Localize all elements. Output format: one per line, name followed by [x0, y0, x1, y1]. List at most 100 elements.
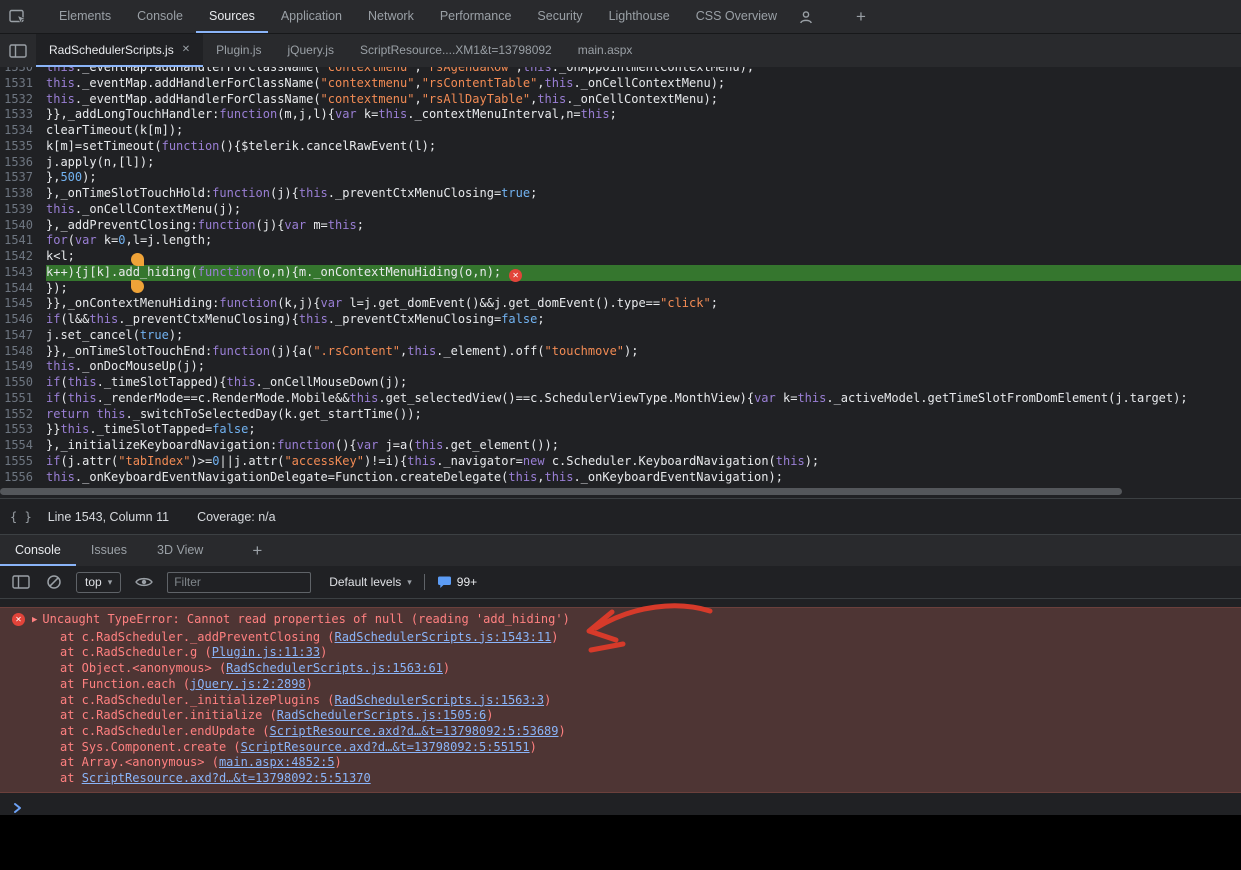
line-number-1554[interactable]: 1554: [0, 438, 46, 454]
file-tab-radschedulerscripts-js[interactable]: RadSchedulerScripts.js✕: [36, 34, 203, 67]
log-levels-dropdown[interactable]: Default levels ▾: [329, 575, 412, 589]
line-error-icon[interactable]: ✕: [509, 269, 522, 282]
panel-tab-network[interactable]: Network: [355, 0, 427, 33]
code-line-1544[interactable]: 1544});: [0, 281, 1241, 297]
console-sidebar-icon[interactable]: [10, 575, 32, 589]
code-line-1553[interactable]: 1553}}this._timeSlotTapped=false;: [0, 422, 1241, 438]
panel-tab-console[interactable]: Console: [124, 0, 196, 33]
code-line-1547[interactable]: 1547j.set_cancel(true);: [0, 328, 1241, 344]
source-link[interactable]: main.aspx:4852:5: [219, 755, 335, 769]
pretty-print-icon[interactable]: { }: [10, 510, 32, 524]
file-tab-main-aspx[interactable]: main.aspx: [565, 34, 646, 67]
drawer-tab-issues[interactable]: Issues: [76, 535, 142, 566]
code-line-1537[interactable]: 1537},500);: [0, 170, 1241, 186]
code-line-1541[interactable]: 1541for(var k=0,l=j.length;: [0, 233, 1241, 249]
code-line-1549[interactable]: 1549this._onDocMouseUp(j);: [0, 359, 1241, 375]
inspect-element-icon[interactable]: [0, 0, 36, 33]
line-number-1534[interactable]: 1534: [0, 123, 46, 139]
source-link[interactable]: ScriptResource.axd?d…&t=13798092:5:51370: [82, 771, 371, 785]
line-number-1536[interactable]: 1536: [0, 155, 46, 171]
toggle-navigator-icon[interactable]: [0, 34, 36, 67]
code-line-1538[interactable]: 1538},_onTimeSlotTouchHold:function(j){t…: [0, 186, 1241, 202]
line-number-1549[interactable]: 1549: [0, 359, 46, 375]
code-line-1536[interactable]: 1536j.apply(n,[l]);: [0, 155, 1241, 171]
code-line-1556[interactable]: 1556this._onKeyboardEventNavigationDeleg…: [0, 470, 1241, 486]
source-link[interactable]: RadSchedulerScripts.js:1543:11: [335, 630, 552, 644]
drawer-tab-console[interactable]: Console: [0, 535, 76, 566]
code-line-1548[interactable]: 1548}},_onTimeSlotTouchEnd:function(j){a…: [0, 344, 1241, 360]
code-line-1532[interactable]: 1532this._eventMap.addHandlerForClassNam…: [0, 92, 1241, 108]
line-number-1531[interactable]: 1531: [0, 76, 46, 92]
panel-tab-css-overview[interactable]: CSS Overview: [683, 0, 790, 33]
scrollbar-thumb[interactable]: [0, 488, 1122, 495]
panel-tab-elements[interactable]: Elements: [46, 0, 124, 33]
code-line-1530[interactable]: 1530this._eventMap.addHandlerForClassNam…: [0, 67, 1241, 76]
code-line-1543[interactable]: 1543k++){j[k].add_hiding(function(o,n){m…: [0, 265, 1241, 281]
line-number-1530[interactable]: 1530: [0, 67, 46, 76]
panel-tab-sources[interactable]: Sources: [196, 0, 268, 33]
code-line-1555[interactable]: 1555if(j.attr("tabIndex")>=0||j.attr("ac…: [0, 454, 1241, 470]
source-link[interactable]: RadSchedulerScripts.js:1563:3: [335, 693, 545, 707]
code-line-1539[interactable]: 1539this._onCellContextMenu(j);: [0, 202, 1241, 218]
file-tab-plugin-js[interactable]: Plugin.js: [203, 34, 274, 67]
source-link[interactable]: RadSchedulerScripts.js:1505:6: [277, 708, 487, 722]
line-number-1541[interactable]: 1541: [0, 233, 46, 249]
line-number-1539[interactable]: 1539: [0, 202, 46, 218]
close-icon[interactable]: ✕: [182, 44, 190, 55]
line-number-1532[interactable]: 1532: [0, 92, 46, 108]
file-tab-scriptresource-xm1-t-13798092[interactable]: ScriptResource....XM1&t=13798092: [347, 34, 565, 67]
line-number-1544[interactable]: 1544: [0, 281, 46, 297]
line-number-1545[interactable]: 1545: [0, 296, 46, 312]
console-filter-input[interactable]: [167, 572, 311, 593]
line-number-1537[interactable]: 1537: [0, 170, 46, 186]
code-line-1540[interactable]: 1540},_addPreventClosing:function(j){var…: [0, 218, 1241, 234]
line-number-1553[interactable]: 1553: [0, 422, 46, 438]
code-line-1542[interactable]: 1542k<l;: [0, 249, 1241, 265]
line-number-1546[interactable]: 1546: [0, 312, 46, 328]
line-number-1533[interactable]: 1533: [0, 107, 46, 123]
code-line-1534[interactable]: 1534clearTimeout(k[m]);: [0, 123, 1241, 139]
code-line-1546[interactable]: 1546if(l&&this._preventCtxMenuClosing){t…: [0, 312, 1241, 328]
line-number-1555[interactable]: 1555: [0, 454, 46, 470]
panel-tab-security[interactable]: Security: [524, 0, 595, 33]
drawer-more-tabs-icon[interactable]: +: [242, 535, 272, 566]
panel-tab-lighthouse[interactable]: Lighthouse: [596, 0, 683, 33]
live-expression-icon[interactable]: [133, 576, 155, 588]
code-line-1535[interactable]: 1535k[m]=setTimeout(function(){$telerik.…: [0, 139, 1241, 155]
line-number-1551[interactable]: 1551: [0, 391, 46, 407]
source-link[interactable]: RadSchedulerScripts.js:1563:61: [226, 661, 443, 675]
more-tabs-icon[interactable]: +: [846, 0, 876, 33]
code-line-1551[interactable]: 1551if(this._renderMode==c.RenderMode.Mo…: [0, 391, 1241, 407]
source-link[interactable]: ScriptResource.axd?d…&t=13798092:5:53689: [270, 724, 559, 738]
line-number-1550[interactable]: 1550: [0, 375, 46, 391]
file-tab-jquery-js[interactable]: jQuery.js: [274, 34, 346, 67]
context-selector[interactable]: top ▾: [76, 572, 121, 593]
line-number-1547[interactable]: 1547: [0, 328, 46, 344]
line-number-1542[interactable]: 1542: [0, 249, 46, 265]
horizontal-scrollbar[interactable]: [0, 486, 1241, 498]
source-link[interactable]: ScriptResource.axd?d…&t=13798092:5:55151: [241, 740, 530, 754]
line-number-1548[interactable]: 1548: [0, 344, 46, 360]
panel-tab-performance[interactable]: Performance: [427, 0, 525, 33]
code-line-1545[interactable]: 1545}},_onContextMenuHiding:function(k,j…: [0, 296, 1241, 312]
selection-handle-bottom[interactable]: [131, 280, 144, 293]
code-line-1552[interactable]: 1552return this._switchToSelectedDay(k.g…: [0, 407, 1241, 423]
code-line-1554[interactable]: 1554},_initializeKeyboardNavigation:func…: [0, 438, 1241, 454]
line-number-1535[interactable]: 1535: [0, 139, 46, 155]
code-line-1550[interactable]: 1550if(this._timeSlotTapped){this._onCel…: [0, 375, 1241, 391]
panel-tab-application[interactable]: Application: [268, 0, 355, 33]
line-number-1540[interactable]: 1540: [0, 218, 46, 234]
console-prompt[interactable]: [0, 793, 1241, 815]
line-number-1556[interactable]: 1556: [0, 470, 46, 486]
console-input[interactable]: [31, 801, 1241, 815]
clear-console-icon[interactable]: [44, 574, 64, 590]
code-line-1533[interactable]: 1533}},_addLongTouchHandler:function(m,j…: [0, 107, 1241, 123]
line-number-1538[interactable]: 1538: [0, 186, 46, 202]
source-link[interactable]: jQuery.js:2:2898: [190, 677, 306, 691]
code-line-1531[interactable]: 1531this._eventMap.addHandlerForClassNam…: [0, 76, 1241, 92]
expand-triangle-icon[interactable]: ▶: [32, 613, 37, 629]
line-number-1543[interactable]: 1543: [0, 265, 46, 281]
selection-handle-top[interactable]: [131, 253, 144, 266]
user-panel-icon[interactable]: [790, 0, 822, 33]
line-number-1552[interactable]: 1552: [0, 407, 46, 423]
